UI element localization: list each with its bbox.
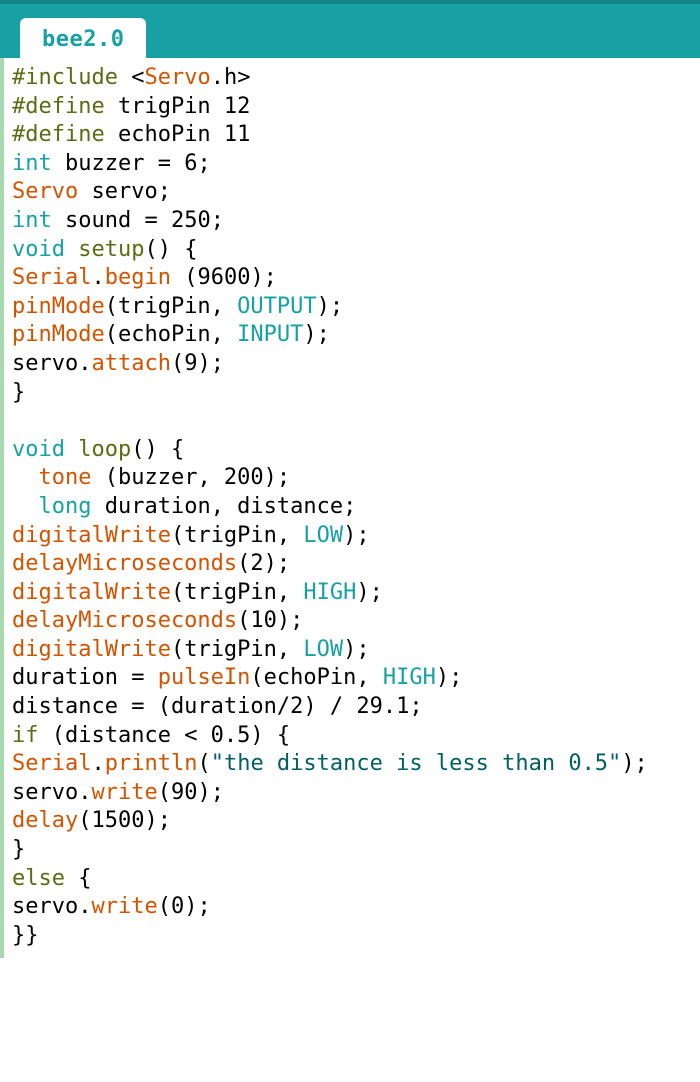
code-editor[interactable]: #include <Servo.h> #define trigPin 12 #d… — [0, 58, 700, 958]
code-line: digitalWrite(trigPin, LOW); — [12, 636, 692, 665]
code-line: }} — [12, 922, 692, 951]
code-line: #include <Servo.h> — [12, 64, 692, 93]
code-line: servo.write(0); — [12, 893, 692, 922]
code-line: digitalWrite(trigPin, HIGH); — [12, 579, 692, 608]
code-line: #define trigPin 12 — [12, 93, 692, 122]
code-line: } — [12, 379, 692, 408]
code-line: pinMode(trigPin, OUTPUT); — [12, 293, 692, 322]
code-line: void loop() { — [12, 436, 692, 465]
code-line: } — [12, 836, 692, 865]
tab-label: bee2.0 — [42, 27, 124, 52]
code-line: duration = pulseIn(echoPin, HIGH); — [12, 664, 692, 693]
code-line: pinMode(echoPin, INPUT); — [12, 321, 692, 350]
code-line: digitalWrite(trigPin, LOW); — [12, 522, 692, 551]
code-line: if (distance < 0.5) { — [12, 722, 692, 751]
code-line: Serial.begin (9600); — [12, 264, 692, 293]
code-line: tone (buzzer, 200); — [12, 464, 692, 493]
code-line: else { — [12, 865, 692, 894]
code-line — [12, 407, 692, 436]
code-line: servo.attach(9); — [12, 350, 692, 379]
code-line: Servo servo; — [12, 178, 692, 207]
code-line: int buzzer = 6; — [12, 150, 692, 179]
code-line: #define echoPin 11 — [12, 121, 692, 150]
code-line: Serial.println("the distance is less tha… — [12, 750, 692, 779]
code-line: delayMicroseconds(2); — [12, 550, 692, 579]
code-line: long duration, distance; — [12, 493, 692, 522]
file-tab[interactable]: bee2.0 — [20, 18, 146, 61]
code-line: delay(1500); — [12, 807, 692, 836]
code-line: delayMicroseconds(10); — [12, 607, 692, 636]
code-line: distance = (duration/2) / 29.1; — [12, 693, 692, 722]
code-line: servo.write(90); — [12, 779, 692, 808]
code-line: int sound = 250; — [12, 207, 692, 236]
title-bar: bee2.0 — [0, 0, 700, 58]
code-line: void setup() { — [12, 236, 692, 265]
